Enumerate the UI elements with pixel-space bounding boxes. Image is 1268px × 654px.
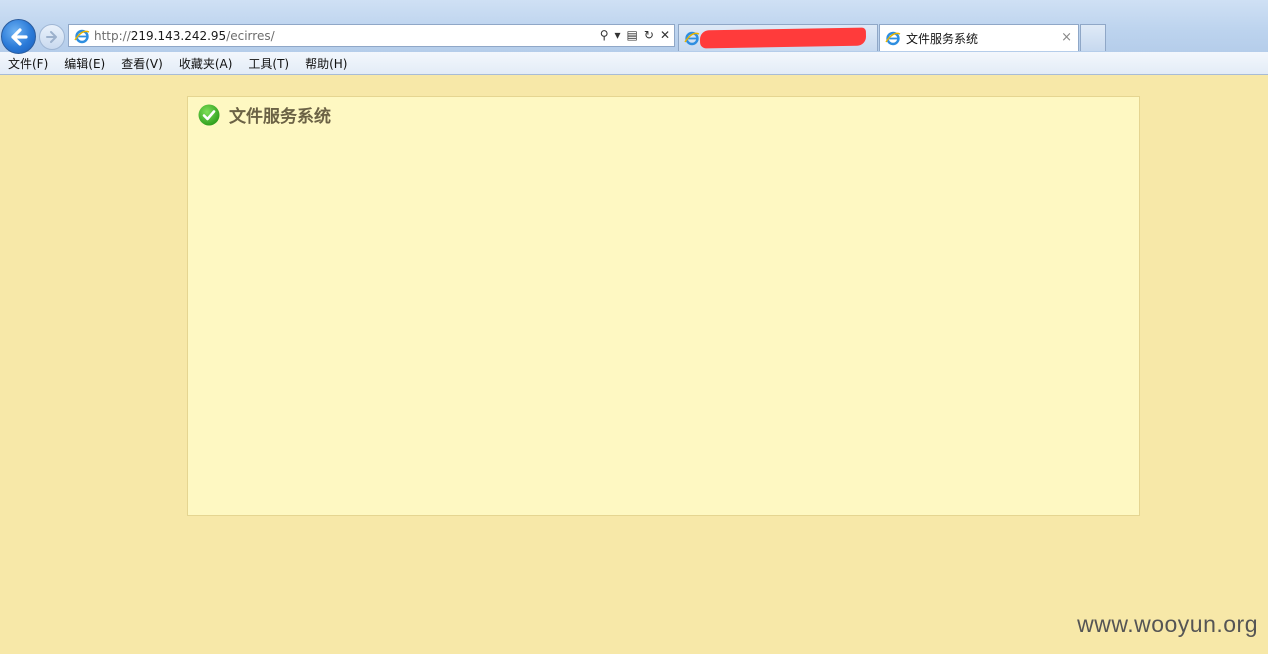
url-path: /ecirres/ bbox=[226, 28, 275, 43]
address-url: http://219.143.242.95/ecirres/ bbox=[94, 29, 275, 43]
menu-file[interactable]: 文件(F) bbox=[8, 55, 48, 72]
content-panel: 文件服务系统 bbox=[187, 96, 1140, 516]
page-content: 文件服务系统 www.wooyun.org bbox=[0, 76, 1268, 654]
page-title: 文件服务系统 bbox=[229, 107, 331, 127]
url-host: 219.143.242.95 bbox=[130, 28, 227, 43]
address-bar[interactable]: http://219.143.242.95/ecirres/ ⚲ ▾ ▤ ↻ ✕ bbox=[68, 24, 675, 47]
compatibility-view-icon[interactable]: ▤ bbox=[627, 28, 638, 43]
redaction-mark bbox=[699, 27, 867, 49]
browser-chrome: http://219.143.242.95/ecirres/ ⚲ ▾ ▤ ↻ ✕… bbox=[0, 0, 1268, 54]
search-icon[interactable]: ⚲ bbox=[600, 28, 609, 43]
back-button[interactable] bbox=[1, 19, 36, 54]
ie-tab-icon bbox=[885, 31, 901, 46]
watermark-text: www.wooyun.org bbox=[1077, 611, 1258, 637]
url-prefix: http:// bbox=[94, 28, 131, 43]
tab-title: 文件服务系统 bbox=[906, 31, 979, 46]
stop-icon[interactable]: ✕ bbox=[660, 28, 670, 43]
panel-header: 文件服务系统 bbox=[198, 102, 331, 127]
menu-favorites[interactable]: 收藏夹(A) bbox=[179, 55, 233, 72]
check-circle-icon bbox=[198, 104, 220, 125]
new-tab-button[interactable] bbox=[1080, 24, 1106, 51]
menu-edit[interactable]: 编辑(E) bbox=[64, 55, 105, 72]
ie-tab-icon bbox=[684, 31, 700, 46]
forward-button[interactable] bbox=[39, 24, 65, 50]
menu-view[interactable]: 查看(V) bbox=[121, 55, 163, 72]
tab-close-icon[interactable]: × bbox=[1061, 30, 1072, 45]
back-arrow-icon bbox=[10, 27, 28, 46]
dropdown-arrow-icon[interactable]: ▾ bbox=[615, 28, 621, 43]
ie-page-icon bbox=[74, 29, 90, 43]
refresh-icon[interactable]: ↻ bbox=[644, 28, 654, 43]
tab-file-service[interactable]: 文件服务系统 × bbox=[879, 24, 1079, 51]
menu-tools[interactable]: 工具(T) bbox=[248, 55, 289, 72]
menu-help[interactable]: 帮助(H) bbox=[305, 55, 347, 72]
forward-arrow-icon bbox=[46, 31, 57, 43]
menu-bar: 文件(F) 编辑(E) 查看(V) 收藏夹(A) 工具(T) 帮助(H) bbox=[0, 52, 1268, 75]
